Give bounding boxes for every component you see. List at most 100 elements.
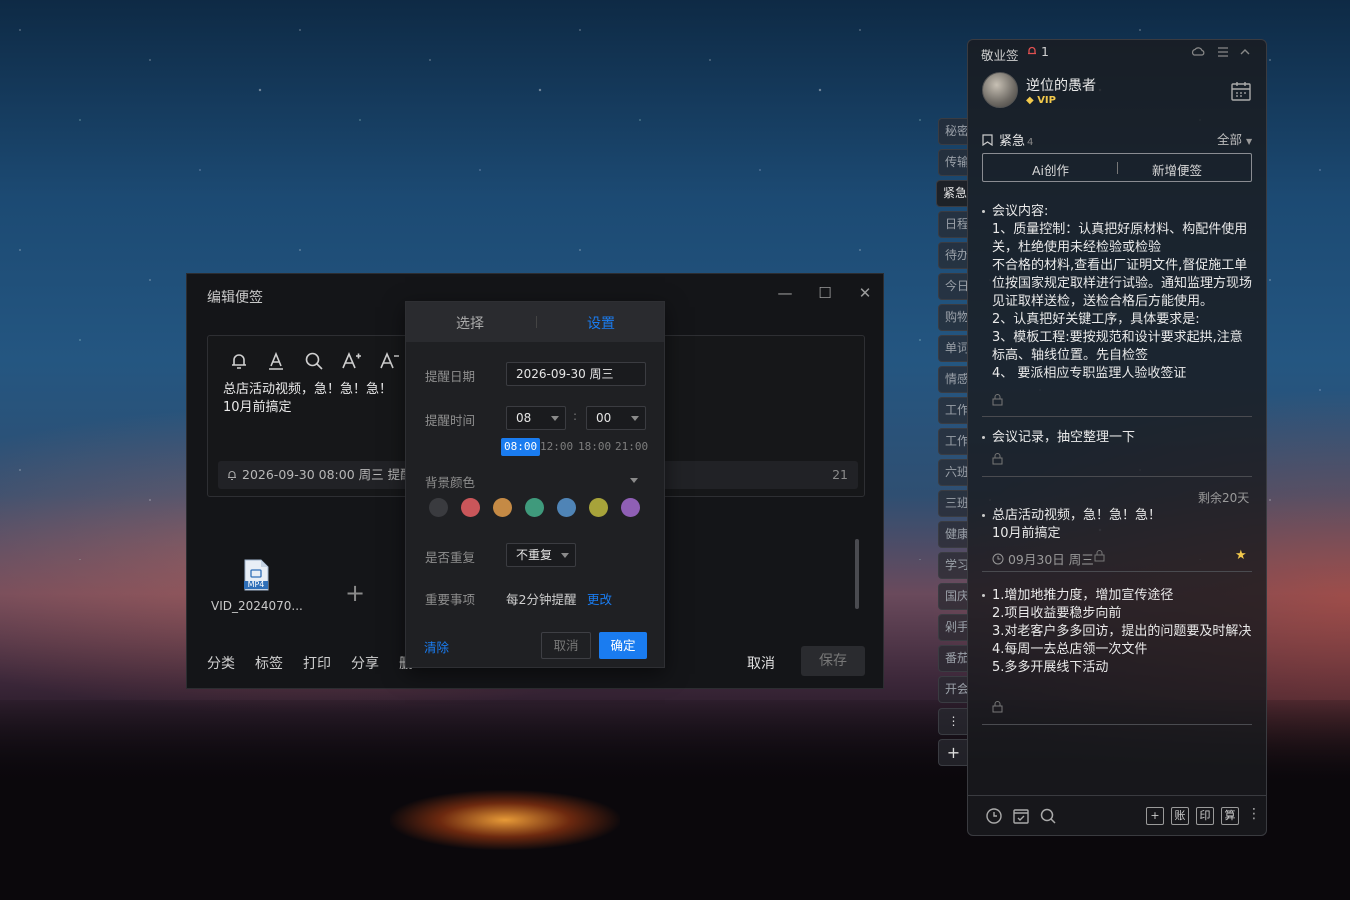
- color-swatch-orange[interactable]: [493, 498, 512, 517]
- attachment-item[interactable]: MP4 VID_2024070...: [211, 559, 303, 613]
- divider: [982, 571, 1252, 572]
- tab-settings[interactable]: 设置: [587, 313, 615, 333]
- side-tab-national-day[interactable]: 国庆: [938, 583, 968, 610]
- reminder-popup: 选择 设置 提醒日期 2026-09-30 周三 提醒时间 08 : 00 08…: [405, 301, 665, 668]
- list-item[interactable]: 会议内容: 1、质量控制：认真把好原材料、构配件使用关，杜绝使用未经检验或检验 …: [982, 203, 1252, 388]
- repeat-select[interactable]: 不重复: [506, 543, 576, 567]
- side-tab-class-6[interactable]: 六班: [938, 459, 968, 486]
- side-tab-study[interactable]: 学习: [938, 552, 968, 579]
- confirm-button[interactable]: 确定: [599, 632, 647, 659]
- menu-icon[interactable]: [1216, 45, 1230, 59]
- filter-value: 全部: [1217, 132, 1243, 147]
- clear-button[interactable]: 清除: [424, 637, 449, 656]
- video-file-icon: MP4: [243, 559, 269, 591]
- text-color-icon[interactable]: [265, 350, 287, 372]
- print-button[interactable]: 打印: [303, 653, 331, 673]
- date-label: 提醒日期: [425, 369, 476, 384]
- quick-time-1200[interactable]: 12:00: [540, 438, 573, 456]
- username[interactable]: 逆位的愚者: [1026, 75, 1096, 95]
- quick-time-1800[interactable]: 18:00: [578, 438, 611, 456]
- side-tab-words[interactable]: 单词: [938, 335, 968, 362]
- side-tab-schedule[interactable]: 日程: [938, 211, 968, 238]
- action-divider: [1117, 162, 1118, 174]
- category-button[interactable]: 分类: [207, 653, 235, 673]
- date-input[interactable]: 2026-09-30 周三: [506, 362, 646, 386]
- chevron-down-icon: [551, 416, 559, 421]
- color-swatch-purple[interactable]: [621, 498, 640, 517]
- tab-select[interactable]: 选择: [456, 313, 484, 333]
- account-button[interactable]: 账: [1171, 807, 1189, 825]
- file-type-badge: MP4: [247, 580, 265, 589]
- font-decrease-icon[interactable]: [378, 350, 400, 372]
- note-text: 会议内容: 1、质量控制：认真把好原材料、构配件使用关，杜绝使用未经检验或检验 …: [992, 204, 1252, 381]
- ai-create-button[interactable]: Ai创作: [1032, 160, 1069, 179]
- chevron-up-icon[interactable]: [1238, 45, 1252, 59]
- note-content[interactable]: 总店活动视频，急！急！急！ 10月前搞定: [223, 381, 392, 417]
- star-icon[interactable]: ★: [1235, 548, 1247, 563]
- side-tab-class-3[interactable]: 三班: [938, 490, 968, 517]
- cloud-sync-icon[interactable]: [1191, 45, 1205, 59]
- calculator-button[interactable]: 算: [1221, 807, 1239, 825]
- close-button[interactable]: ✕: [854, 284, 876, 302]
- side-tab-shopping[interactable]: 购物: [938, 304, 968, 331]
- color-swatch-gray[interactable]: [429, 498, 448, 517]
- minute-select[interactable]: 00: [586, 406, 646, 430]
- minimize-button[interactable]: —: [774, 284, 796, 302]
- popup-cancel-button[interactable]: 取消: [541, 632, 591, 659]
- side-tab-emotion[interactable]: 情感: [938, 366, 968, 393]
- alarm-bell-icon[interactable]: [1026, 45, 1038, 57]
- divider: [982, 476, 1252, 477]
- more-button[interactable]: ⋮: [1247, 806, 1261, 822]
- side-tab-meeting[interactable]: 开会: [938, 676, 968, 703]
- content-line: 10月前搞定: [223, 400, 292, 415]
- chevron-down-icon[interactable]: [630, 478, 638, 483]
- list-item[interactable]: 总店活动视频，急！急！急！ 10月前搞定: [982, 507, 1252, 543]
- avatar[interactable]: [982, 72, 1018, 108]
- side-tab-shopping-spree[interactable]: 剁手: [938, 614, 968, 641]
- add-category-button[interactable]: +: [938, 739, 968, 766]
- calendar-icon[interactable]: [1230, 80, 1252, 102]
- print-button[interactable]: 印: [1196, 807, 1214, 825]
- list-item[interactable]: 1.增加地推力度，增加宣传途径 2.项目收益要稳步向前 3.对老客户多多回访，提…: [982, 587, 1252, 677]
- quick-time-2100[interactable]: 21:00: [615, 438, 648, 456]
- side-tab-tomato[interactable]: 番茄: [938, 645, 968, 672]
- side-tab-secret[interactable]: 秘密: [938, 118, 968, 145]
- side-tab-health[interactable]: 健康: [938, 521, 968, 548]
- filter-dropdown[interactable]: 全部 ▼: [1217, 129, 1252, 148]
- font-increase-icon[interactable]: [340, 350, 362, 372]
- side-tab-work[interactable]: 工作: [938, 397, 968, 424]
- list-item[interactable]: 会议记录，抽空整理一下: [982, 429, 1252, 447]
- share-button[interactable]: 分享: [351, 653, 379, 673]
- checklist-icon[interactable]: [1012, 807, 1030, 825]
- tag-button[interactable]: 标签: [255, 653, 283, 673]
- color-swatch-yellow[interactable]: [589, 498, 608, 517]
- side-tab-work-2[interactable]: 工作: [938, 428, 968, 455]
- side-tab-transfer[interactable]: 传输: [938, 149, 968, 176]
- add-note-button[interactable]: +: [1146, 807, 1164, 825]
- more-tabs-button[interactable]: ⋮: [938, 708, 968, 735]
- search-icon[interactable]: [303, 350, 325, 372]
- change-link[interactable]: 更改: [587, 589, 612, 608]
- cancel-button[interactable]: 取消: [747, 653, 775, 673]
- side-tab-urgent[interactable]: 紧急: [936, 180, 968, 207]
- color-swatch-green[interactable]: [525, 498, 544, 517]
- search-icon[interactable]: [1039, 807, 1057, 825]
- minute-value: 00: [596, 411, 612, 425]
- add-attachment-button[interactable]: +: [345, 579, 365, 607]
- bell-icon[interactable]: [228, 350, 250, 372]
- color-swatch-blue[interactable]: [557, 498, 576, 517]
- clock-icon[interactable]: [985, 807, 1003, 825]
- side-tab-todo[interactable]: 待办: [938, 242, 968, 269]
- maximize-button[interactable]: ☐: [814, 284, 836, 302]
- hour-select[interactable]: 08: [506, 406, 566, 430]
- bullet: [982, 210, 985, 213]
- save-button[interactable]: 保存: [801, 646, 865, 676]
- new-note-button[interactable]: 新增便签: [1152, 160, 1202, 179]
- time-label: 提醒时间: [425, 413, 476, 428]
- scrollbar[interactable]: [855, 539, 859, 609]
- side-tab-today[interactable]: 今日: [938, 273, 968, 300]
- color-swatch-red[interactable]: [461, 498, 480, 517]
- bell-icon: [228, 471, 236, 481]
- quick-time-0800[interactable]: 08:00: [501, 438, 541, 456]
- chevron-down-icon: [561, 553, 569, 558]
